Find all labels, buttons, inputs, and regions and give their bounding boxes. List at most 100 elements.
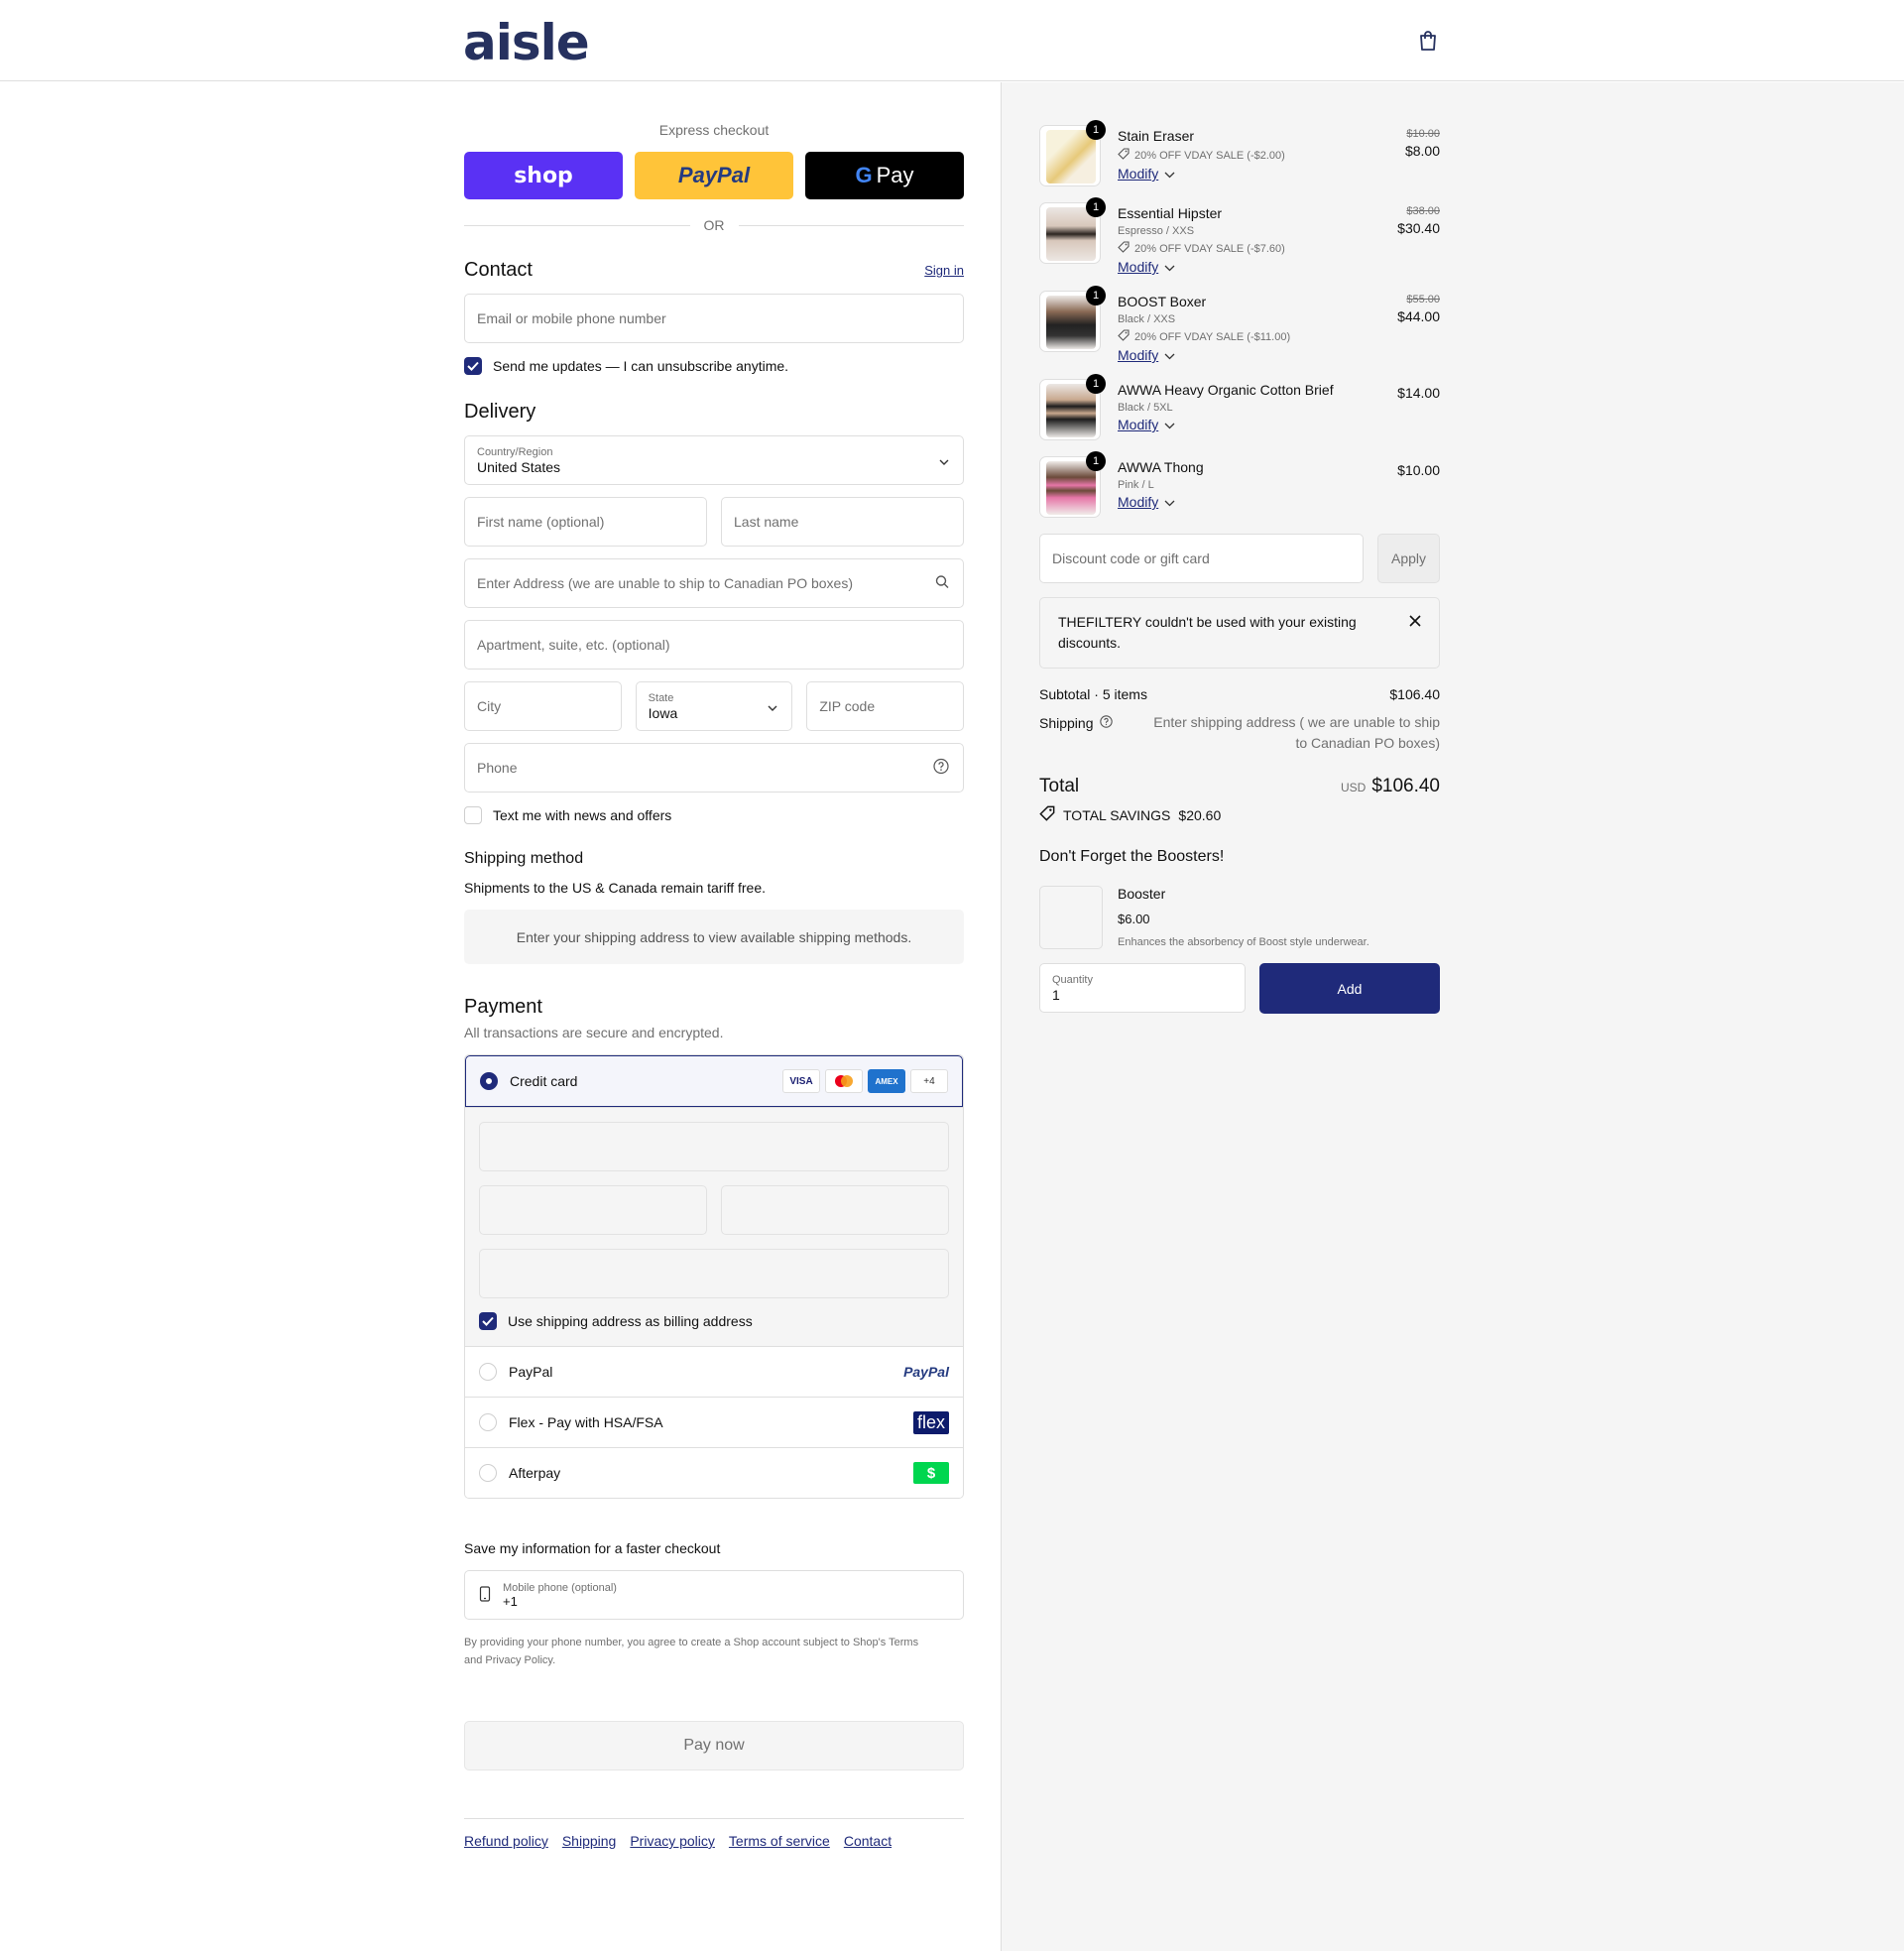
card-number-field[interactable] xyxy=(479,1122,949,1171)
boosters-title: Don't Forget the Boosters! xyxy=(1039,848,1225,865)
discount-error-alert: THEFILTERY couldn't be used with your ex… xyxy=(1039,597,1440,669)
terms-note-text: By providing your phone number, you agre… xyxy=(464,1637,887,1648)
address-field[interactable]: Enter Address (we are unable to ship to … xyxy=(464,558,964,608)
credit-card-radio[interactable] xyxy=(480,1072,498,1090)
order-summary: 1 Stain Eraser 20% OFF VDAY SALE (-$2.00… xyxy=(1039,120,1440,1014)
last-name-field[interactable]: Last name xyxy=(721,497,964,547)
email-field[interactable]: Email or mobile phone number xyxy=(464,294,964,343)
zip-field[interactable]: ZIP code xyxy=(806,681,965,731)
country-select[interactable]: Country/Region United States xyxy=(464,435,964,485)
paypal-label: PayPal xyxy=(509,1364,553,1380)
text-me-label: Text me with news and offers xyxy=(493,807,672,823)
billing-same-label: Use shipping address as billing address xyxy=(508,1313,753,1329)
chevron-down-icon[interactable] xyxy=(1164,347,1175,363)
shipping-link[interactable]: Shipping xyxy=(562,1833,617,1849)
payment-options: Credit card VISA AMEX +4 Use shipping ad… xyxy=(464,1054,964,1499)
close-icon[interactable] xyxy=(1409,612,1421,633)
original-price: $55.00 xyxy=(1406,294,1440,305)
updates-checkbox[interactable] xyxy=(464,357,482,375)
quantity-badge: 1 xyxy=(1086,374,1106,394)
or-label: OR xyxy=(703,217,725,233)
original-price: $10.00 xyxy=(1406,128,1440,140)
terms-and-text: and xyxy=(464,1654,483,1666)
contact-title: Contact xyxy=(464,259,533,281)
shopping-bag-icon[interactable] xyxy=(1418,30,1438,52)
google-pay-button[interactable]: G Pay xyxy=(805,152,964,199)
savings-value: $20.60 xyxy=(1178,806,1222,823)
name-on-card-field[interactable] xyxy=(479,1249,949,1298)
contact-link[interactable]: Contact xyxy=(844,1833,892,1849)
sign-in-link[interactable]: Sign in xyxy=(924,263,964,278)
booster-image xyxy=(1039,886,1103,949)
terms-link[interactable]: Terms xyxy=(889,1637,918,1648)
address-placeholder: Enter Address (we are unable to ship to … xyxy=(477,575,853,591)
terms-of-service-link[interactable]: Terms of service xyxy=(729,1833,830,1849)
security-code-field[interactable] xyxy=(721,1185,949,1235)
paypal-radio[interactable] xyxy=(479,1363,497,1381)
booster-quantity-field[interactable]: Quantity 1 xyxy=(1039,963,1246,1013)
country-label: Country/Region xyxy=(477,445,553,458)
text-me-checkbox[interactable] xyxy=(464,806,482,824)
alert-text: THEFILTERY couldn't be used with your ex… xyxy=(1058,614,1357,651)
state-select[interactable]: State Iowa xyxy=(635,681,793,731)
product-thumbnail: 1 xyxy=(1039,286,1106,352)
modify-link[interactable]: Modify xyxy=(1118,417,1158,432)
paypal-option[interactable]: PayPal PayPal xyxy=(465,1346,963,1397)
quantity-badge: 1 xyxy=(1086,286,1106,305)
discount-text: 20% OFF VDAY SALE (-$7.60) xyxy=(1134,242,1285,255)
modify-link[interactable]: Modify xyxy=(1118,166,1158,182)
expiry-field[interactable] xyxy=(479,1185,707,1235)
first-name-field[interactable]: First name (optional) xyxy=(464,497,707,547)
google-g-icon: G xyxy=(855,163,873,187)
phone-field[interactable]: Phone xyxy=(464,743,964,793)
pay-now-button[interactable]: Pay now xyxy=(464,1721,964,1770)
paypal-express-button[interactable]: PayPal xyxy=(635,152,793,199)
terms-period: . xyxy=(552,1654,556,1666)
shop-pay-button[interactable]: shop xyxy=(464,152,623,199)
tag-icon xyxy=(1118,148,1130,163)
item-name: BOOST Boxer xyxy=(1118,294,1207,309)
chevron-down-icon[interactable] xyxy=(1164,494,1175,510)
afterpay-option[interactable]: Afterpay $ xyxy=(465,1447,963,1498)
cart-item: 1 Essential Hipster Espresso / XXS 20% O… xyxy=(1039,197,1440,275)
add-booster-button[interactable]: Add xyxy=(1259,963,1440,1014)
item-price: $14.00 xyxy=(1397,385,1440,401)
item-name: AWWA Heavy Organic Cotton Brief xyxy=(1118,382,1334,398)
modify-link[interactable]: Modify xyxy=(1118,347,1158,363)
billing-same-checkbox[interactable] xyxy=(479,1312,497,1330)
help-icon[interactable] xyxy=(1099,714,1113,731)
modify-link[interactable]: Modify xyxy=(1118,259,1158,275)
card-fields: Use shipping address as billing address xyxy=(465,1107,963,1346)
city-field[interactable]: City xyxy=(464,681,622,731)
apply-button[interactable]: Apply xyxy=(1377,534,1440,583)
payment-title: Payment xyxy=(464,996,542,1018)
chevron-down-icon xyxy=(939,452,949,468)
item-price: $30.40 xyxy=(1397,220,1440,236)
afterpay-radio[interactable] xyxy=(479,1464,497,1482)
flex-logo-icon: flex xyxy=(912,1410,949,1434)
flex-radio[interactable] xyxy=(479,1413,497,1431)
item-price: $10.00 xyxy=(1397,462,1440,478)
chevron-down-icon[interactable] xyxy=(1164,259,1175,275)
apartment-field[interactable]: Apartment, suite, etc. (optional) xyxy=(464,620,964,670)
product-thumbnail: 1 xyxy=(1039,120,1106,186)
quantity-badge: 1 xyxy=(1086,197,1106,217)
privacy-policy-footer-link[interactable]: Privacy policy xyxy=(630,1833,715,1849)
flex-option[interactable]: Flex - Pay with HSA/FSA flex xyxy=(465,1397,963,1447)
mobile-phone-field[interactable]: Mobile phone (optional) +1 xyxy=(464,1570,964,1620)
privacy-policy-link[interactable]: Privacy Policy xyxy=(485,1654,552,1666)
header: aisle xyxy=(0,0,1904,81)
help-icon[interactable] xyxy=(933,758,949,778)
chevron-down-icon[interactable] xyxy=(1164,166,1175,182)
chevron-down-icon[interactable] xyxy=(1164,417,1175,432)
refund-policy-link[interactable]: Refund policy xyxy=(464,1833,548,1849)
discount-code-field[interactable]: Discount code or gift card xyxy=(1039,534,1364,583)
booster-price: $6.00 xyxy=(1118,912,1150,926)
credit-card-option[interactable]: Credit card VISA AMEX +4 xyxy=(465,1055,963,1107)
cart-item: 1 BOOST Boxer Black / XXS 20% OFF VDAY S… xyxy=(1039,286,1440,363)
payment-subtitle: All transactions are secure and encrypte… xyxy=(464,1025,724,1040)
brand-logo[interactable]: aisle xyxy=(463,14,590,71)
modify-link[interactable]: Modify xyxy=(1118,494,1158,510)
checkout-form: Express checkout shop PayPal G Pay OR Co… xyxy=(464,82,965,1849)
item-variant: Espresso / XXS xyxy=(1118,225,1195,237)
